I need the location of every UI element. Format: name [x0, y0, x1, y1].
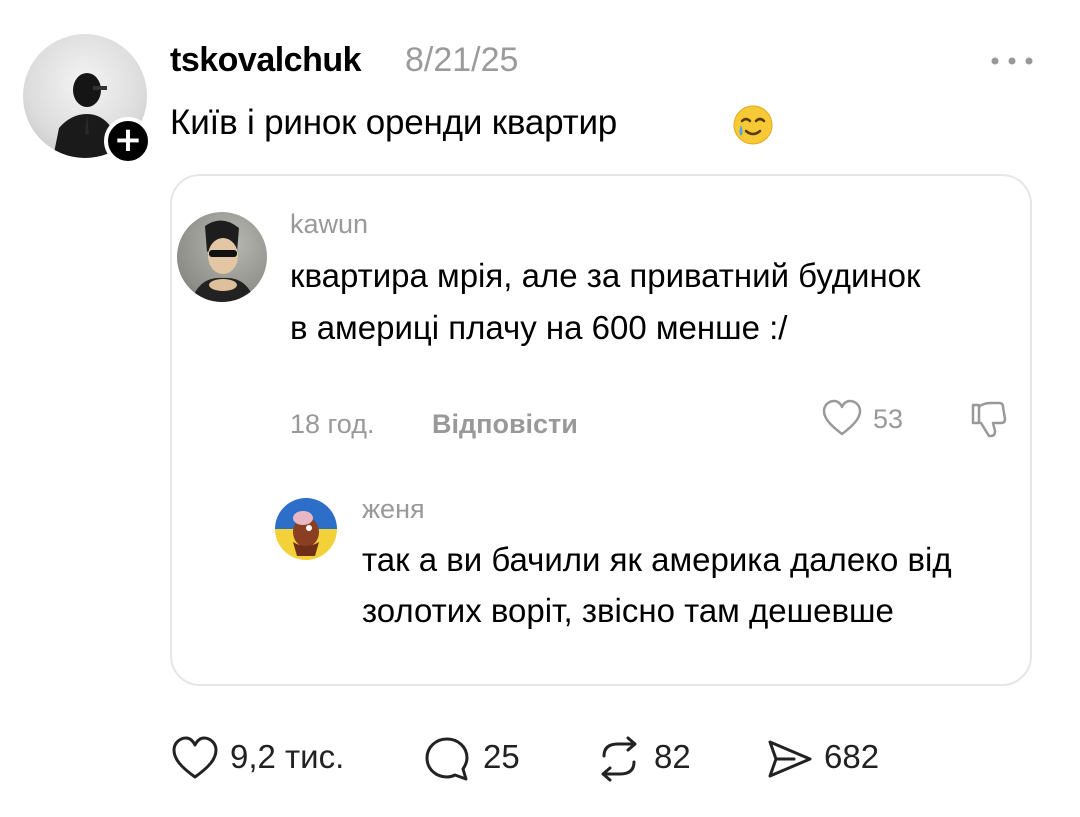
- commenter-avatar-kawun[interactable]: [177, 212, 267, 302]
- share-icon[interactable]: [764, 734, 814, 784]
- like-icon[interactable]: [170, 734, 220, 784]
- comment-like-count: 53: [873, 404, 904, 434]
- commenter-username[interactable]: kawun: [290, 209, 368, 240]
- heart-icon[interactable]: [820, 398, 864, 438]
- repost-icon[interactable]: [594, 734, 644, 784]
- smiling-face-with-tear-icon: [733, 105, 773, 145]
- author-username[interactable]: tskovalchuk: [170, 41, 362, 80]
- reply-button[interactable]: Відповісти: [432, 409, 578, 440]
- commenter-avatar-zhenia[interactable]: [275, 498, 337, 560]
- post-date: 8/21/25: [405, 41, 519, 79]
- post-text: Київ і ринок оренди квартир: [170, 103, 618, 142]
- like-count: 9,2 тис.: [230, 738, 345, 775]
- thumbs-down-icon[interactable]: [965, 395, 1011, 441]
- comment-text: квартира мрія, але за приватний будинок …: [290, 257, 921, 346]
- comment-time: 18 год.: [290, 409, 375, 439]
- comment-count: 25: [483, 738, 520, 775]
- comment-icon[interactable]: [422, 734, 472, 784]
- share-count: 682: [824, 738, 880, 775]
- more-horizontal-icon[interactable]: [990, 56, 1034, 66]
- follow-button[interactable]: +: [104, 117, 152, 165]
- repost-count: 82: [654, 738, 691, 775]
- reply-username[interactable]: женя: [362, 494, 425, 525]
- reply-text: так а ви бачили як америка далеко від зо…: [362, 541, 952, 629]
